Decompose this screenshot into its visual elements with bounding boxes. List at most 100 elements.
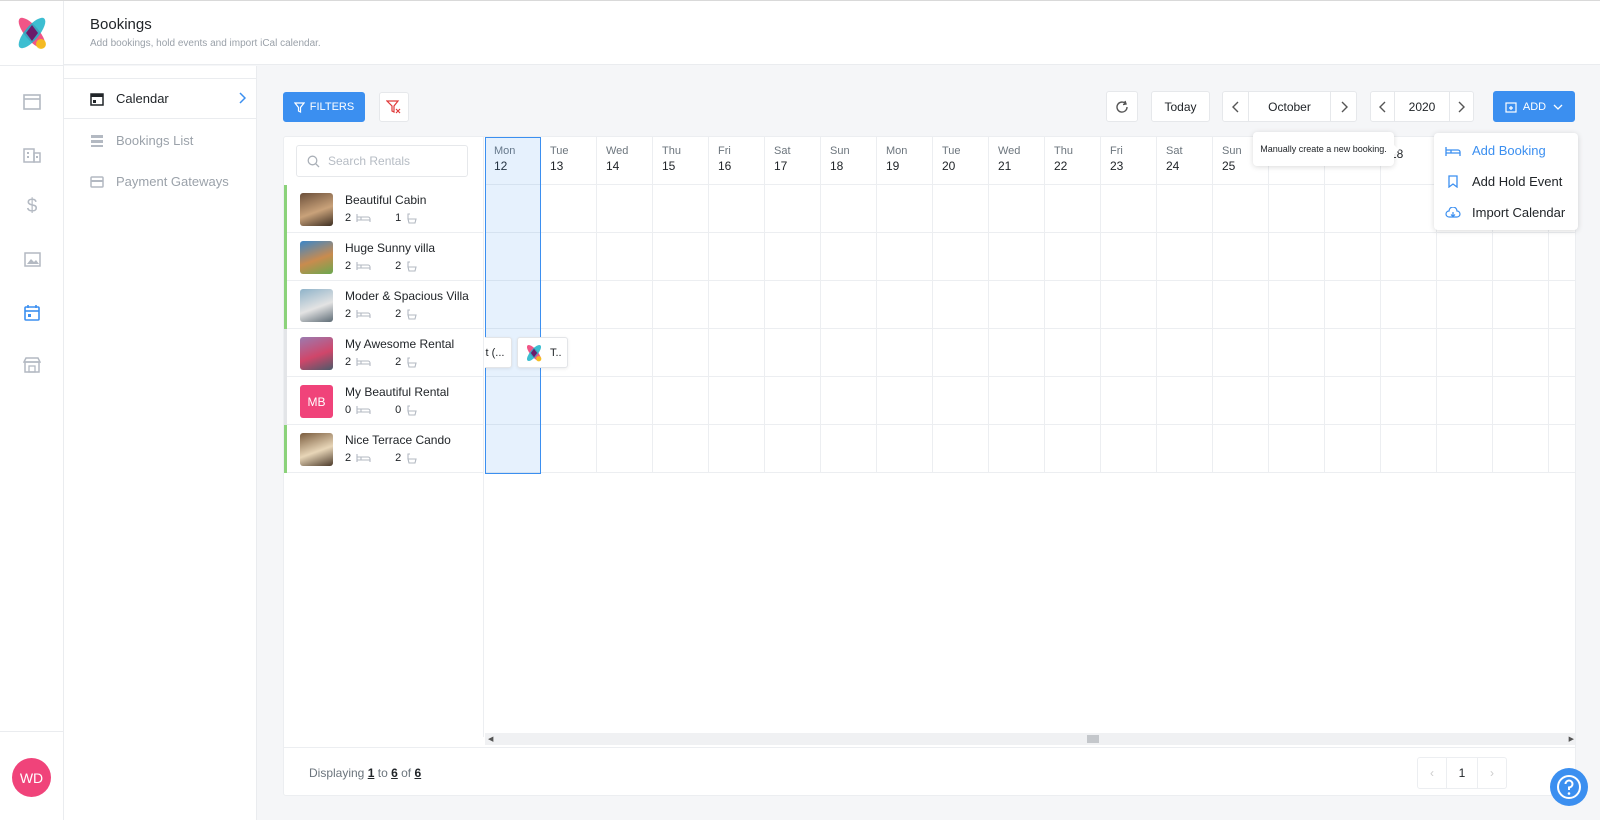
image-icon[interactable] <box>20 247 44 271</box>
calendar-cell[interactable] <box>1549 425 1575 473</box>
calendar-cell[interactable] <box>653 377 709 425</box>
calendar-cell[interactable] <box>1437 281 1493 329</box>
calendar-cell[interactable] <box>1381 377 1437 425</box>
refresh-button[interactable] <box>1106 91 1138 122</box>
calendar-cell[interactable] <box>1045 185 1101 233</box>
calendar-cell[interactable] <box>597 185 653 233</box>
calendar-cell[interactable] <box>485 425 541 473</box>
calendar-cell[interactable] <box>1325 329 1381 377</box>
calendar-cell[interactable] <box>1213 377 1269 425</box>
calendar-cell[interactable] <box>1493 425 1549 473</box>
calendar-cell[interactable] <box>1325 233 1381 281</box>
calendar-cell[interactable] <box>485 185 541 233</box>
booking-chip[interactable]: T.. <box>517 337 568 368</box>
calendar-cell[interactable] <box>1325 281 1381 329</box>
calendar-cell[interactable] <box>933 425 989 473</box>
rental-row[interactable]: Moder & Spacious Villa 2 2 <box>284 281 484 329</box>
menu-item-add-booking[interactable]: Add Booking <box>1434 135 1578 166</box>
calendar-cell[interactable] <box>1213 185 1269 233</box>
calendar-cell[interactable] <box>1269 425 1325 473</box>
calendar-cell[interactable] <box>933 185 989 233</box>
calendar-cell[interactable] <box>821 425 877 473</box>
calendar-cell[interactable] <box>709 329 765 377</box>
calendar-cell[interactable] <box>709 425 765 473</box>
calendar-cell[interactable] <box>709 377 765 425</box>
calendar-cell[interactable] <box>1381 425 1437 473</box>
day-header[interactable]: Fri 16 <box>709 137 765 185</box>
calendar-cell[interactable] <box>933 329 989 377</box>
calendar-cell[interactable] <box>877 377 933 425</box>
calendar-cell[interactable] <box>1269 329 1325 377</box>
year-label[interactable]: 2020 <box>1409 100 1436 114</box>
calendar-cell[interactable] <box>877 281 933 329</box>
day-header[interactable]: Thu 22 <box>1045 137 1101 185</box>
calendar-cell[interactable] <box>989 281 1045 329</box>
calendar-cell[interactable] <box>541 233 597 281</box>
horizontal-scrollbar[interactable]: ◀ ▶ <box>485 733 1575 745</box>
calendar-cell[interactable] <box>1157 425 1213 473</box>
calendar-cell[interactable] <box>1549 329 1575 377</box>
calendar-cell[interactable] <box>597 281 653 329</box>
day-header[interactable]: Mon 12 <box>485 137 541 185</box>
calendar-cell[interactable] <box>1493 329 1549 377</box>
current-page[interactable]: 1 <box>1446 758 1478 788</box>
calendar-cell[interactable] <box>541 185 597 233</box>
calendar-cell[interactable] <box>1381 233 1437 281</box>
store-icon[interactable] <box>20 353 44 377</box>
rental-row[interactable]: My Awesome Rental 2 2 <box>284 329 484 377</box>
booking-chip[interactable]: st (... <box>485 337 512 368</box>
calendar-cell[interactable] <box>933 233 989 281</box>
calendar-cell[interactable] <box>1325 425 1381 473</box>
calendar-cell[interactable] <box>1437 233 1493 281</box>
day-header[interactable]: Sat 24 <box>1157 137 1213 185</box>
rental-row[interactable]: Huge Sunny villa 2 2 <box>284 233 484 281</box>
calendar-cell[interactable] <box>989 233 1045 281</box>
calendar-cell[interactable] <box>1101 377 1157 425</box>
calendar-cell[interactable] <box>877 233 933 281</box>
calendar-cell[interactable] <box>597 377 653 425</box>
calendar-cell[interactable] <box>765 425 821 473</box>
menu-item-add-hold-event[interactable]: Add Hold Event <box>1434 166 1578 197</box>
calendar-cell[interactable] <box>709 281 765 329</box>
calendar-cell[interactable] <box>1437 377 1493 425</box>
day-header[interactable]: Mon 19 <box>877 137 933 185</box>
prev-month-button[interactable] <box>1223 92 1249 121</box>
menu-item-import-calendar[interactable]: Import Calendar <box>1434 197 1578 228</box>
app-logo[interactable] <box>13 13 51 53</box>
calendar-cell[interactable] <box>1381 329 1437 377</box>
day-header[interactable]: Wed 14 <box>597 137 653 185</box>
dollar-icon[interactable]: $ <box>20 195 44 219</box>
next-year-button[interactable] <box>1448 92 1473 121</box>
calendar-cell[interactable] <box>1101 425 1157 473</box>
calendar-cell[interactable] <box>821 329 877 377</box>
calendar-cell[interactable] <box>597 329 653 377</box>
calendar-cell[interactable] <box>989 329 1045 377</box>
calendar-cell[interactable] <box>1269 377 1325 425</box>
scroll-right-icon[interactable]: ▶ <box>1569 735 1574 743</box>
calendar-cell[interactable] <box>1325 377 1381 425</box>
calendar-cell[interactable] <box>933 377 989 425</box>
calendar-cell[interactable] <box>653 281 709 329</box>
calendar-cell[interactable] <box>653 329 709 377</box>
calendar-cell[interactable] <box>1269 185 1325 233</box>
calendar-cell[interactable] <box>709 185 765 233</box>
calendar-cell[interactable] <box>653 233 709 281</box>
calendar-cell[interactable] <box>1213 233 1269 281</box>
calendar-cell[interactable] <box>821 377 877 425</box>
month-label[interactable]: October <box>1268 100 1311 114</box>
calendar-cell[interactable] <box>1493 233 1549 281</box>
calendar-cell[interactable] <box>485 233 541 281</box>
calendar-cell[interactable] <box>1101 281 1157 329</box>
nav-item-payment-gateways[interactable]: Payment Gateways <box>64 161 256 202</box>
prev-page-button[interactable]: ‹ <box>1418 758 1446 788</box>
calendar-cell[interactable] <box>765 281 821 329</box>
calendar-cell[interactable] <box>989 425 1045 473</box>
calendar-cell[interactable] <box>597 425 653 473</box>
search-rentals-input[interactable] <box>328 154 458 168</box>
clear-filters-button[interactable] <box>379 92 409 122</box>
calendar-cell[interactable] <box>1157 377 1213 425</box>
calendar-cell[interactable] <box>1213 425 1269 473</box>
calendar-cell[interactable] <box>1269 233 1325 281</box>
calendar-cell[interactable] <box>1045 281 1101 329</box>
next-month-button[interactable] <box>1330 92 1356 121</box>
